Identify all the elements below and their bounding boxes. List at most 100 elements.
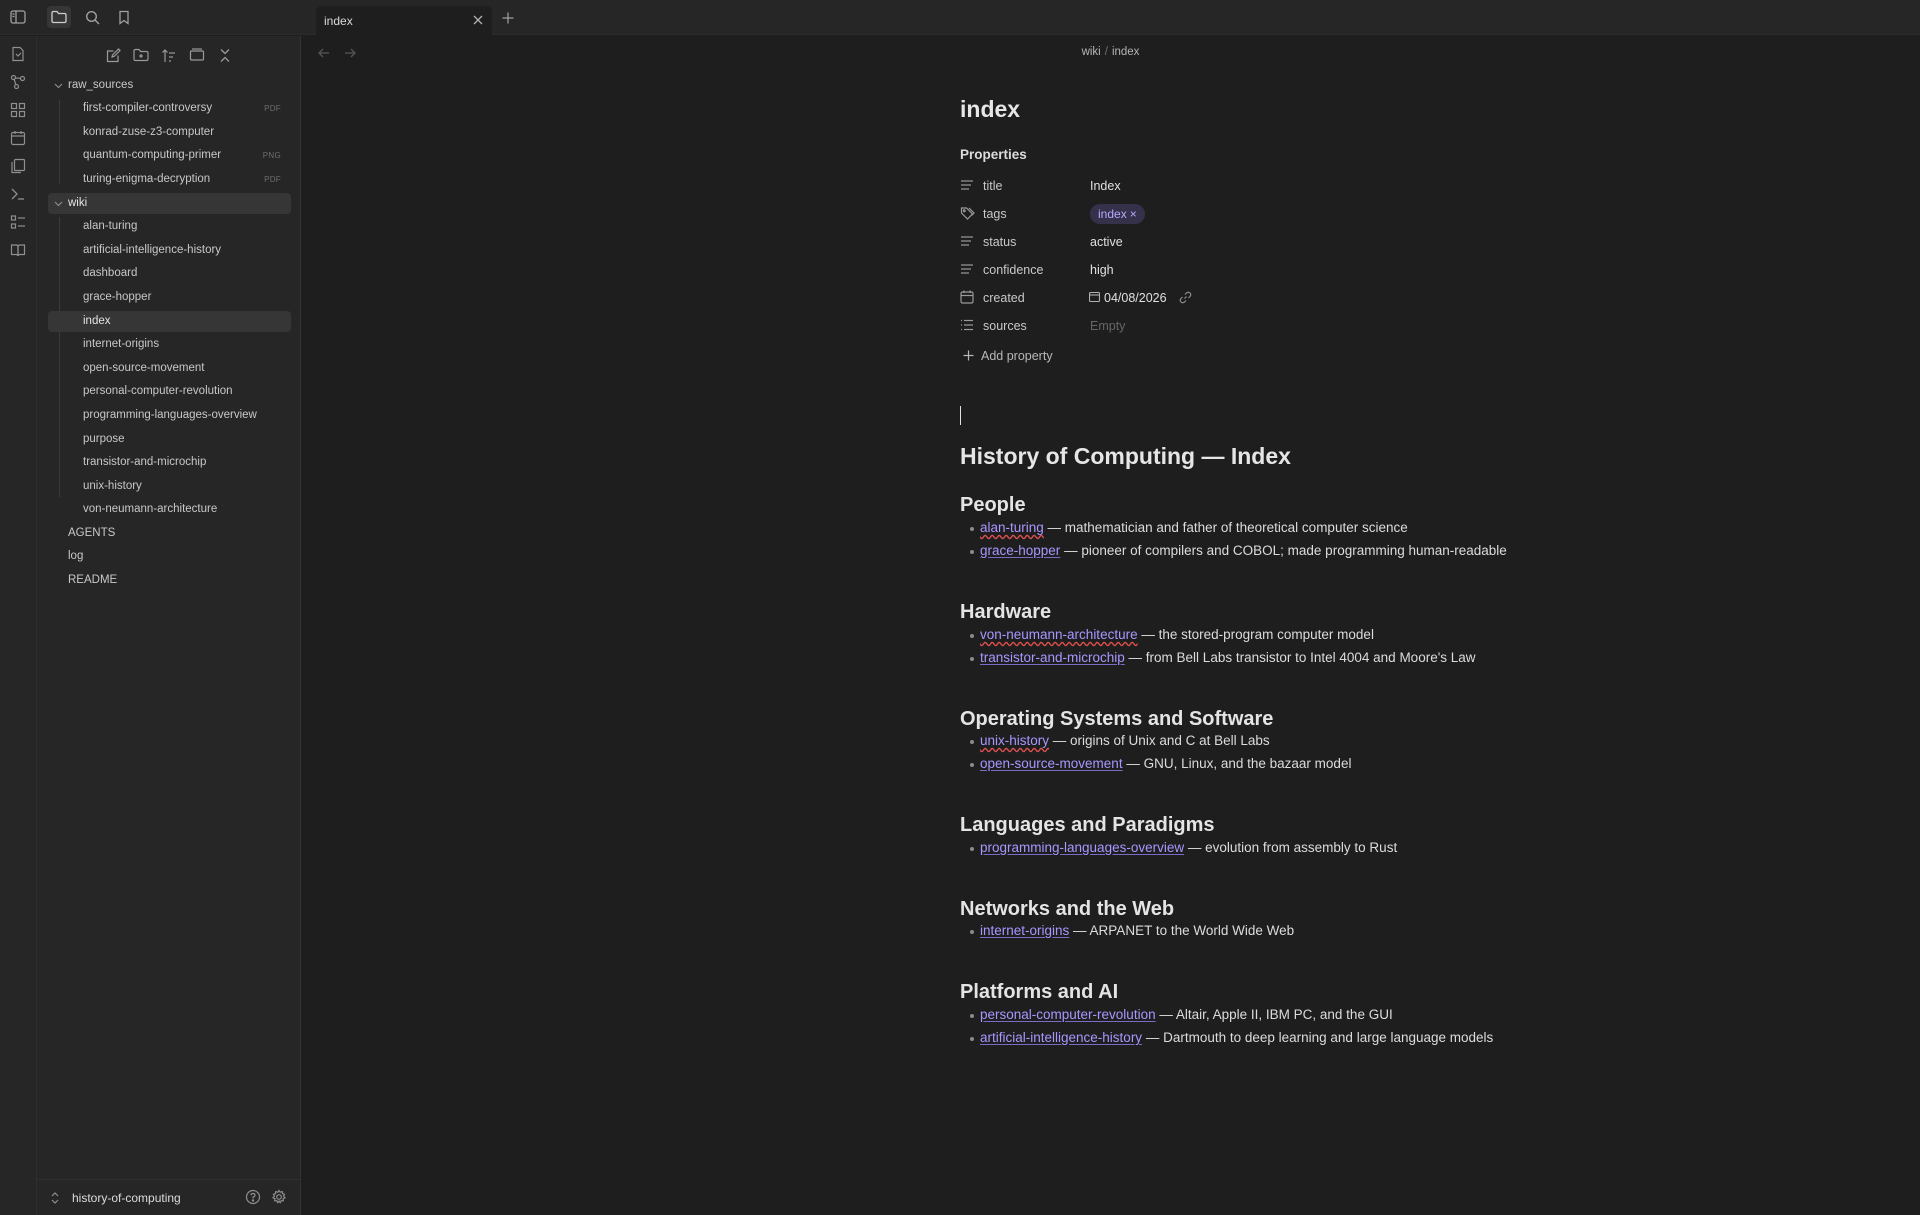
property-tags[interactable]: tags index × [960, 203, 1480, 227]
search-icon[interactable] [80, 6, 104, 28]
auto-reveal-icon[interactable] [186, 44, 208, 66]
section-heading[interactable]: Languages and Paradigms [960, 814, 1215, 837]
breadcrumb-separator: / [1104, 46, 1108, 58]
tag-remove-icon[interactable]: × [1130, 207, 1137, 221]
book-icon[interactable] [8, 240, 28, 260]
tree-item-label: unix-history [83, 480, 142, 492]
section-heading[interactable]: Networks and the Web [960, 898, 1174, 921]
tree-item-label: first-compiler-controversy [83, 102, 213, 114]
tree-file[interactable]: alan-turing [48, 216, 291, 237]
property-key: tags [983, 207, 1007, 221]
tag-pill[interactable]: index × [1090, 204, 1145, 224]
chevron-up-down-icon[interactable] [51, 1190, 61, 1206]
gear-icon[interactable] [271, 1189, 289, 1207]
property-value[interactable]: active [1090, 235, 1123, 249]
chevron-down-icon [54, 75, 64, 96]
wiki-link[interactable]: artificial-intelligence-history [980, 1030, 1142, 1045]
properties-heading[interactable]: Properties [960, 147, 1027, 162]
tree-file[interactable]: artificial-intelligence-history [48, 240, 291, 261]
tree-file[interactable]: open-source-movement [48, 358, 291, 379]
breadcrumb-file[interactable]: index [1112, 46, 1140, 58]
file-extension-badge: PNG [262, 151, 281, 160]
file-explorer-icon[interactable] [47, 6, 71, 28]
tree-item-label: internet-origins [83, 338, 160, 350]
tree-file[interactable]: README [48, 570, 291, 591]
property-created[interactable]: created 04/08/2026 [960, 287, 1480, 311]
property-key: created [983, 291, 1025, 305]
open-quick-switcher-icon[interactable] [8, 44, 28, 64]
section-heading[interactable]: People [960, 494, 1026, 517]
calendar-icon[interactable] [8, 128, 28, 148]
tree-file[interactable]: quantum-computing-primer PNG [48, 145, 291, 166]
tree-file[interactable]: von-neumann-architecture [48, 499, 291, 520]
tab-index[interactable]: index [316, 6, 492, 35]
tree-file[interactable]: grace-hopper [48, 287, 291, 308]
tree-file[interactable]: dashboard [48, 263, 291, 284]
date-input[interactable]: 04/08/2026 [1089, 291, 1192, 305]
document-heading[interactable]: History of Computing — Index [960, 443, 1291, 470]
tree-file[interactable]: transistor-and-microchip [48, 452, 291, 473]
tree-file-active[interactable]: index [48, 311, 291, 332]
wiki-link[interactable]: personal-computer-revolution [980, 1007, 1156, 1022]
sort-icon[interactable] [158, 44, 180, 66]
add-property-button[interactable]: Add property [963, 349, 1053, 363]
section-heading[interactable]: Operating Systems and Software [960, 708, 1273, 731]
new-note-icon[interactable] [102, 44, 124, 66]
property-confidence[interactable]: confidence high [960, 259, 1480, 283]
property-sources[interactable]: sources Empty [960, 315, 1480, 339]
note-title[interactable]: index [960, 96, 1020, 123]
tree-file[interactable]: purpose [48, 429, 291, 450]
property-value[interactable]: high [1090, 263, 1114, 277]
folder-raw-sources[interactable]: raw_sources [48, 75, 291, 96]
tree-file[interactable]: internet-origins [48, 334, 291, 355]
property-value-empty[interactable]: Empty [1090, 319, 1125, 333]
wiki-link[interactable]: grace-hopper [980, 543, 1060, 558]
left-ribbon [0, 36, 37, 1215]
tree-file[interactable]: programming-languages-overview [48, 405, 291, 426]
bullet [970, 1014, 974, 1018]
collapse-all-icon[interactable] [214, 44, 236, 66]
wiki-link[interactable]: transistor-and-microchip [980, 650, 1125, 665]
tree-file[interactable]: konrad-zuse-z3-computer [48, 122, 291, 143]
new-folder-icon[interactable] [130, 44, 152, 66]
list-icon [960, 318, 976, 334]
tree-item-label: wiki [68, 197, 88, 209]
property-status[interactable]: status active [960, 231, 1480, 255]
tree-file[interactable]: turing-enigma-decryption PDF [48, 169, 291, 190]
help-icon[interactable] [245, 1189, 263, 1207]
wiki-link[interactable]: open-source-movement [980, 756, 1123, 771]
bookmarks-icon[interactable] [112, 6, 136, 28]
tree-file[interactable]: unix-history [48, 476, 291, 497]
wiki-link[interactable]: programming-languages-overview [980, 840, 1184, 855]
tree-file[interactable]: AGENTS [48, 523, 291, 544]
terminal-icon[interactable] [8, 184, 28, 204]
add-property-label: Add property [981, 349, 1053, 363]
property-title[interactable]: title Index [960, 175, 1480, 199]
tree-file[interactable]: personal-computer-revolution [48, 381, 291, 402]
link-icon[interactable] [1179, 291, 1192, 304]
tree-file[interactable]: first-compiler-controversy PDF [48, 98, 291, 119]
wiki-link[interactable]: von-neumann-architecture [980, 627, 1138, 642]
list-item-text: — Altair, Apple II, IBM PC, and the GUI [1155, 1007, 1393, 1022]
vault-name[interactable]: history-of-computing [72, 1191, 181, 1205]
canvas-icon[interactable] [8, 100, 28, 120]
list-item-text: — mathematician and father of theoretica… [1043, 520, 1408, 535]
tree-file[interactable]: log [48, 546, 291, 567]
file-extension-badge: PDF [264, 104, 281, 113]
templates-icon[interactable] [8, 156, 28, 176]
close-icon[interactable] [470, 12, 486, 28]
breadcrumb-folder[interactable]: wiki [1082, 46, 1101, 58]
bullet [970, 847, 974, 851]
property-value[interactable]: Index [1090, 179, 1121, 193]
wiki-link[interactable]: unix-history [980, 733, 1049, 748]
task-list-icon[interactable] [8, 212, 28, 232]
tree-item-label: alan-turing [83, 220, 138, 232]
toggle-sidebar-icon[interactable] [6, 6, 30, 28]
wiki-link[interactable]: internet-origins [980, 923, 1069, 938]
section-heading[interactable]: Platforms and AI [960, 981, 1118, 1004]
new-tab-plus-icon[interactable] [498, 8, 518, 28]
section-heading[interactable]: Hardware [960, 601, 1051, 624]
graph-view-icon[interactable] [8, 72, 28, 92]
folder-wiki[interactable]: wiki [48, 193, 291, 214]
wiki-link[interactable]: alan-turing [980, 520, 1044, 535]
